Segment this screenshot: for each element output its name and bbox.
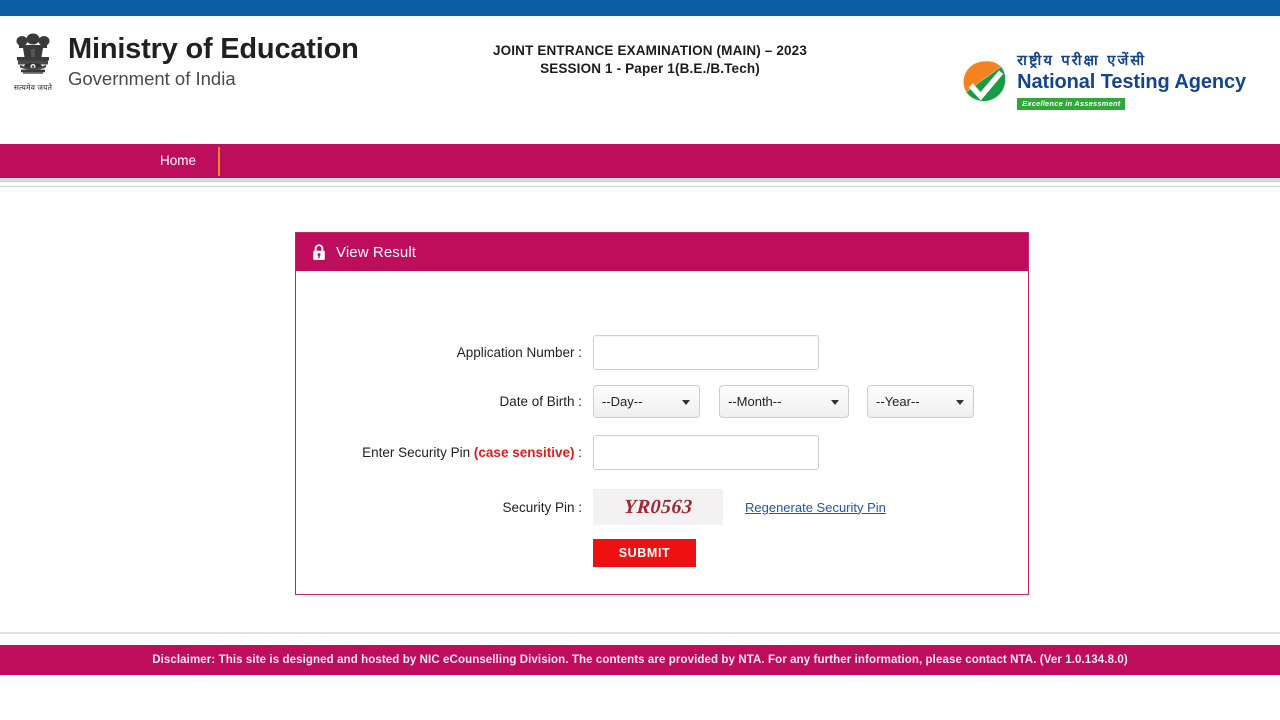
- ministry-title: Ministry of Education: [68, 33, 359, 65]
- regenerate-security-pin-link[interactable]: Regenerate Security Pin: [745, 500, 886, 515]
- submit-field: SUBMIT: [593, 539, 696, 567]
- nav-separator: [218, 147, 220, 176]
- ministry-text: Ministry of Education Government of Indi…: [68, 30, 359, 90]
- case-sensitive-note: (case sensitive): [473, 445, 575, 460]
- application-number-field: [593, 335, 819, 370]
- enter-security-pin-label-prefix: Enter Security Pin: [362, 445, 474, 460]
- ashoka-emblem-icon: [16, 33, 50, 74]
- date-of-birth-field: --Day-- --Month-- --Year--: [593, 385, 974, 418]
- ministry-branding: सत्यमेव जयते Ministry of Education Gover…: [6, 30, 359, 93]
- nta-tagline: Excellence in Assessment: [1017, 98, 1126, 110]
- application-number-input[interactable]: [593, 335, 819, 370]
- emblem-motto: सत्यमेव जयते: [13, 83, 53, 92]
- footer-divider: [0, 632, 1280, 634]
- dob-month-select[interactable]: --Month--: [719, 385, 849, 418]
- nta-logo-icon: [962, 60, 1007, 105]
- dob-day-select[interactable]: --Day--: [593, 385, 700, 418]
- chevron-down-icon: [956, 399, 964, 405]
- dob-year-value: --Year--: [876, 394, 920, 409]
- exam-title: JOINT ENTRANCE EXAMINATION (MAIN) – 2023…: [400, 42, 900, 78]
- field-row-application-number: Application Number :: [296, 335, 1028, 370]
- main-navigation: Home: [0, 144, 1280, 178]
- site-header: सत्यमेव जयते Ministry of Education Gover…: [0, 16, 1280, 144]
- footer-disclaimer: Disclaimer: This site is designed and ho…: [152, 654, 1128, 666]
- chevron-down-icon: [682, 399, 690, 405]
- ministry-subtitle: Government of India: [68, 67, 236, 89]
- security-pin-label: Security Pin :: [502, 499, 582, 515]
- dob-day-value: --Day--: [602, 394, 643, 409]
- captcha-image: YR0563: [593, 489, 723, 525]
- card-header: View Result: [296, 233, 1028, 271]
- field-row-date-of-birth: Date of Birth : --Day-- --Month-- --Year…: [296, 385, 1028, 418]
- field-row-security-pin-display: Security Pin : YR0563 Regenerate Securit…: [296, 489, 1028, 525]
- nta-branding: राष्ट्रीय परीक्षा एजेंसी National Testin…: [960, 53, 1246, 111]
- field-row-submit: SUBMIT: [296, 539, 1028, 567]
- enter-security-pin-label: Enter Security Pin (case sensitive) :: [296, 445, 593, 460]
- view-result-card: View Result Application Number : Date of…: [295, 232, 1029, 595]
- dob-year-select[interactable]: --Year--: [867, 385, 974, 418]
- site-footer: Disclaimer: This site is designed and ho…: [0, 645, 1280, 675]
- exam-title-line1: JOINT ENTRANCE EXAMINATION (MAIN) – 2023: [492, 43, 808, 58]
- date-of-birth-label: Date of Birth :: [499, 394, 582, 409]
- field-row-enter-security-pin: Enter Security Pin (case sensitive) :: [296, 435, 1028, 470]
- security-pin-input[interactable]: [593, 435, 819, 470]
- enter-security-pin-field: [593, 435, 819, 470]
- top-blue-strip: [0, 0, 1280, 16]
- page-root: सत्यमेव जयते Ministry of Education Gover…: [0, 0, 1280, 720]
- nta-text-block: राष्ट्रीय परीक्षा एजेंसी National Testin…: [1017, 53, 1246, 111]
- security-pin-display-field: YR0563 Regenerate Security Pin: [593, 489, 886, 525]
- chevron-down-icon: [831, 399, 839, 405]
- national-emblem: सत्यमेव जयते: [6, 30, 60, 93]
- card-body: Application Number : Date of Birth : --D…: [296, 271, 1028, 594]
- nav-item-home[interactable]: Home: [140, 144, 218, 178]
- application-number-label: Application Number :: [456, 345, 582, 360]
- submit-button[interactable]: SUBMIT: [593, 539, 696, 567]
- nav-lower-divider: [0, 183, 1280, 187]
- exam-title-line2: SESSION 1 - Paper 1(B.E./B.Tech): [540, 61, 760, 77]
- dob-month-value: --Month--: [728, 394, 782, 409]
- captcha-text: YR0563: [622, 495, 694, 518]
- nta-hindi-name: राष्ट्रीय परीक्षा एजेंसी: [1017, 53, 1147, 69]
- card-title: View Result: [336, 243, 417, 261]
- nav-underline: [0, 178, 1280, 182]
- nta-english-name: National Testing Agency: [1017, 70, 1246, 93]
- lock-icon: [313, 243, 325, 260]
- enter-security-pin-label-suffix: :: [574, 445, 582, 460]
